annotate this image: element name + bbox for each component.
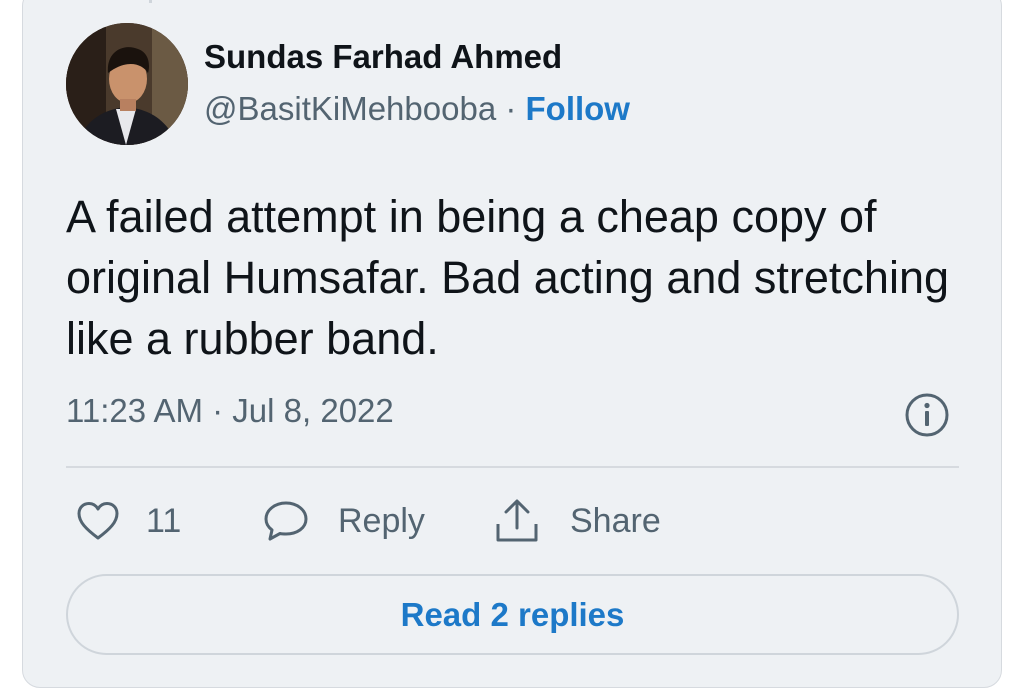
share-icon xyxy=(496,499,538,542)
share-label: Share xyxy=(570,501,661,540)
like-count: 11 xyxy=(146,501,182,540)
divider xyxy=(66,466,959,468)
author-name[interactable]: Sundas Farhad Ahmed xyxy=(204,38,562,76)
tweet-text: A failed attempt in being a cheap copy o… xyxy=(66,191,949,364)
read-replies-label: Read 2 replies xyxy=(400,595,625,633)
handle-separator: · xyxy=(496,90,526,127)
share-button[interactable]: Share xyxy=(494,498,661,544)
follow-button[interactable]: Follow xyxy=(526,90,630,127)
tweet-timestamp[interactable]: 11:23 AM · Jul 8, 2022 xyxy=(66,392,394,430)
heart-icon xyxy=(77,502,119,540)
like-button[interactable]: 11 xyxy=(76,498,181,544)
reply-button[interactable]: Reply xyxy=(262,498,425,544)
profile-photo xyxy=(66,23,188,145)
read-replies-button[interactable]: Read 2 replies xyxy=(66,574,959,655)
reply-label: Reply xyxy=(338,501,425,540)
info-icon[interactable] xyxy=(904,392,950,438)
thread-connector-line xyxy=(149,0,152,3)
speech-bubble-icon xyxy=(264,501,308,541)
author-handle-row: @BasitKiMehbooba · Follow xyxy=(204,90,630,128)
avatar[interactable] xyxy=(66,23,188,145)
author-handle[interactable]: @BasitKiMehbooba xyxy=(204,90,496,127)
